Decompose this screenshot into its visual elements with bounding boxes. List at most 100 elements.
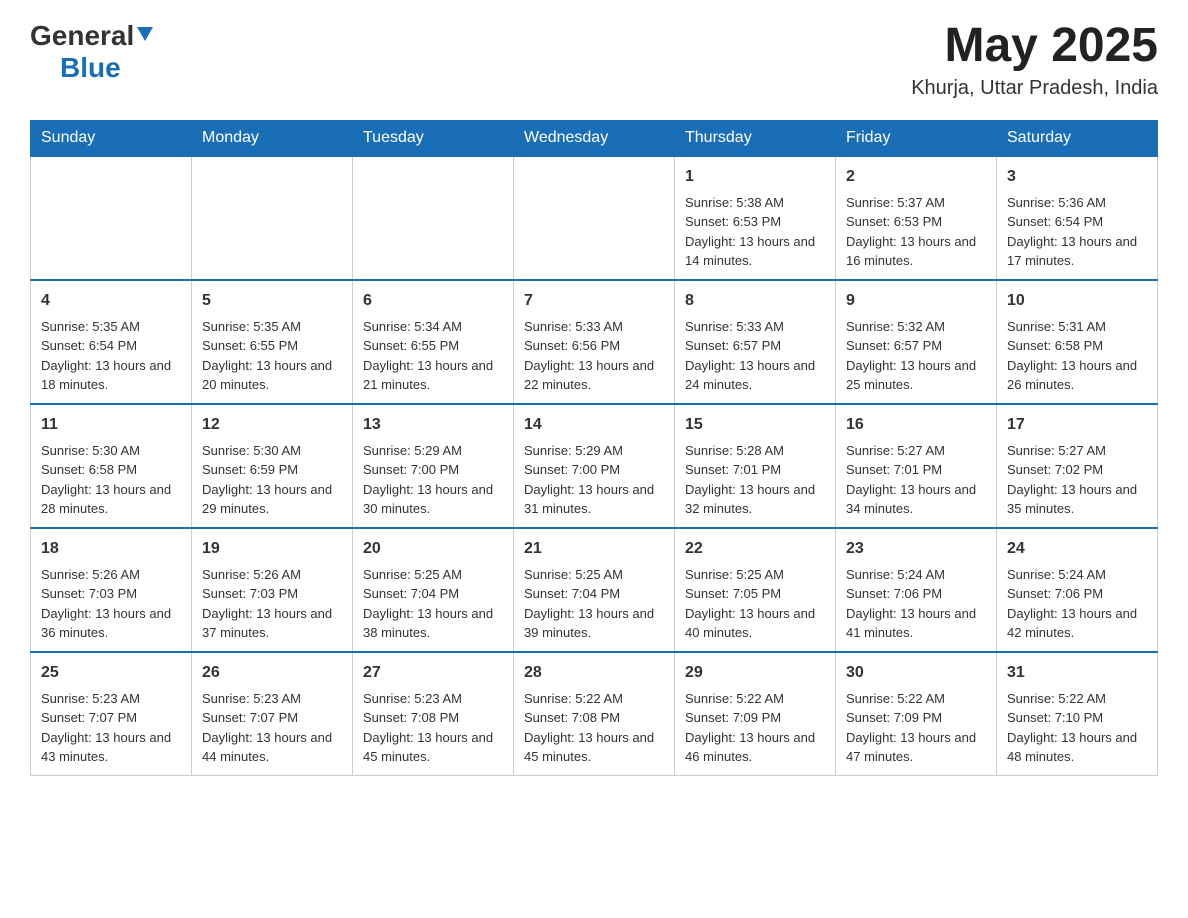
calendar-cell — [514, 156, 675, 280]
day-number: 8 — [685, 289, 825, 313]
day-number: 26 — [202, 661, 342, 685]
day-info: Sunrise: 5:38 AM Sunset: 6:53 PM Dayligh… — [685, 193, 825, 271]
calendar-cell: 22 Sunrise: 5:25 AM Sunset: 7:05 PM Dayli… — [675, 528, 836, 652]
day-info: Sunrise: 5:25 AM Sunset: 7:04 PM Dayligh… — [363, 565, 503, 643]
day-number: 13 — [363, 413, 503, 437]
calendar-body: 1 Sunrise: 5:38 AM Sunset: 6:53 PM Daylig… — [31, 156, 1158, 776]
day-of-week-header: Thursday — [675, 120, 836, 156]
day-info: Sunrise: 5:24 AM Sunset: 7:06 PM Dayligh… — [846, 565, 986, 643]
day-info: Sunrise: 5:33 AM Sunset: 6:57 PM Dayligh… — [685, 317, 825, 395]
calendar-cell: 27Sunrise: 5:23 AM Sunset: 7:08 PM Dayli… — [353, 652, 514, 776]
day-number: 16 — [846, 413, 986, 437]
calendar-cell: 5 Sunrise: 5:35 AM Sunset: 6:55 PM Daylig… — [192, 280, 353, 404]
day-number: 9 — [846, 289, 986, 313]
day-info: Sunrise: 5:22 AM Sunset: 7:09 PM Dayligh… — [685, 689, 825, 767]
page-header: General Blue May 2025 Khurja, Uttar Prad… — [30, 20, 1158, 100]
calendar-cell: 26 Sunrise: 5:23 AM Sunset: 7:07 PM Dayli… — [192, 652, 353, 776]
day-number: 18 — [41, 537, 181, 561]
day-number: 27 — [363, 661, 503, 685]
calendar-cell: 19 Sunrise: 5:26 AM Sunset: 7:03 PM Dayli… — [192, 528, 353, 652]
calendar-cell: 18 Sunrise: 5:26 AM Sunset: 7:03 PM Dayli… — [31, 528, 192, 652]
day-of-week-header: Wednesday — [514, 120, 675, 156]
day-info: Sunrise: 5:23 AM Sunset: 7:07 PM Dayligh… — [41, 689, 181, 767]
day-of-week-header: Sunday — [31, 120, 192, 156]
day-number: 14 — [524, 413, 664, 437]
day-number: 31 — [1007, 661, 1147, 685]
calendar-cell: 9 Sunrise: 5:32 AM Sunset: 6:57 PM Daylig… — [836, 280, 997, 404]
calendar-cell: 29 Sunrise: 5:22 AM Sunset: 7:09 PM Dayli… — [675, 652, 836, 776]
day-info: Sunrise: 5:35 AM Sunset: 6:54 PM Dayligh… — [41, 317, 181, 395]
calendar-cell: 13 Sunrise: 5:29 AM Sunset: 7:00 PM Dayli… — [353, 404, 514, 528]
day-number: 25 — [41, 661, 181, 685]
logo: General Blue — [30, 20, 153, 84]
day-info: Sunrise: 5:36 AM Sunset: 6:54 PM Dayligh… — [1007, 193, 1147, 271]
day-info: Sunrise: 5:26 AM Sunset: 7:03 PM Dayligh… — [202, 565, 342, 643]
day-number: 5 — [202, 289, 342, 313]
day-number: 17 — [1007, 413, 1147, 437]
calendar-cell: 11Sunrise: 5:30 AM Sunset: 6:58 PM Dayli… — [31, 404, 192, 528]
day-info: Sunrise: 5:32 AM Sunset: 6:57 PM Dayligh… — [846, 317, 986, 395]
calendar-header: SundayMondayTuesdayWednesdayThursdayFrid… — [31, 120, 1158, 156]
day-info: Sunrise: 5:22 AM Sunset: 7:08 PM Dayligh… — [524, 689, 664, 767]
day-info: Sunrise: 5:23 AM Sunset: 7:07 PM Dayligh… — [202, 689, 342, 767]
day-info: Sunrise: 5:30 AM Sunset: 6:59 PM Dayligh… — [202, 441, 342, 519]
day-number: 30 — [846, 661, 986, 685]
day-info: Sunrise: 5:29 AM Sunset: 7:00 PM Dayligh… — [524, 441, 664, 519]
calendar-cell: 10 Sunrise: 5:31 AM Sunset: 6:58 PM Dayli… — [997, 280, 1158, 404]
day-number: 3 — [1007, 165, 1147, 189]
day-number: 22 — [685, 537, 825, 561]
day-info: Sunrise: 5:25 AM Sunset: 7:04 PM Dayligh… — [524, 565, 664, 643]
calendar-week-row: 4 Sunrise: 5:35 AM Sunset: 6:54 PM Daylig… — [31, 280, 1158, 404]
day-info: Sunrise: 5:27 AM Sunset: 7:01 PM Dayligh… — [846, 441, 986, 519]
calendar-cell: 31 Sunrise: 5:22 AM Sunset: 7:10 PM Dayli… — [997, 652, 1158, 776]
day-number: 15 — [685, 413, 825, 437]
location-subtitle: Khurja, Uttar Pradesh, India — [911, 77, 1158, 100]
calendar-cell — [353, 156, 514, 280]
calendar-cell: 6 Sunrise: 5:34 AM Sunset: 6:55 PM Daylig… — [353, 280, 514, 404]
day-info: Sunrise: 5:22 AM Sunset: 7:09 PM Dayligh… — [846, 689, 986, 767]
calendar-cell: 28Sunrise: 5:22 AM Sunset: 7:08 PM Dayli… — [514, 652, 675, 776]
calendar-cell: 1 Sunrise: 5:38 AM Sunset: 6:53 PM Daylig… — [675, 156, 836, 280]
day-info: Sunrise: 5:30 AM Sunset: 6:58 PM Dayligh… — [41, 441, 181, 519]
day-of-week-header: Friday — [836, 120, 997, 156]
day-number: 4 — [41, 289, 181, 313]
day-number: 20 — [363, 537, 503, 561]
day-info: Sunrise: 5:24 AM Sunset: 7:06 PM Dayligh… — [1007, 565, 1147, 643]
day-info: Sunrise: 5:22 AM Sunset: 7:10 PM Dayligh… — [1007, 689, 1147, 767]
calendar-cell: 16 Sunrise: 5:27 AM Sunset: 7:01 PM Dayli… — [836, 404, 997, 528]
calendar-cell: 21Sunrise: 5:25 AM Sunset: 7:04 PM Dayli… — [514, 528, 675, 652]
calendar-cell: 3 Sunrise: 5:36 AM Sunset: 6:54 PM Daylig… — [997, 156, 1158, 280]
calendar-cell: 20 Sunrise: 5:25 AM Sunset: 7:04 PM Dayli… — [353, 528, 514, 652]
day-number: 24 — [1007, 537, 1147, 561]
day-of-week-header: Monday — [192, 120, 353, 156]
calendar-cell: 4 Sunrise: 5:35 AM Sunset: 6:54 PM Daylig… — [31, 280, 192, 404]
day-number: 2 — [846, 165, 986, 189]
calendar-cell: 8 Sunrise: 5:33 AM Sunset: 6:57 PM Daylig… — [675, 280, 836, 404]
calendar-cell: 30 Sunrise: 5:22 AM Sunset: 7:09 PM Dayli… — [836, 652, 997, 776]
day-info: Sunrise: 5:31 AM Sunset: 6:58 PM Dayligh… — [1007, 317, 1147, 395]
logo-general-text: General — [30, 20, 134, 52]
calendar-cell: 15Sunrise: 5:28 AM Sunset: 7:01 PM Dayli… — [675, 404, 836, 528]
day-of-week-header: Saturday — [997, 120, 1158, 156]
day-info: Sunrise: 5:34 AM Sunset: 6:55 PM Dayligh… — [363, 317, 503, 395]
day-of-week-header: Tuesday — [353, 120, 514, 156]
day-info: Sunrise: 5:37 AM Sunset: 6:53 PM Dayligh… — [846, 193, 986, 271]
day-number: 6 — [363, 289, 503, 313]
logo-blue-text: Blue — [60, 52, 121, 83]
month-year-title: May 2025 — [911, 20, 1158, 73]
day-number: 1 — [685, 165, 825, 189]
calendar-cell: 7Sunrise: 5:33 AM Sunset: 6:56 PM Daylig… — [514, 280, 675, 404]
day-info: Sunrise: 5:27 AM Sunset: 7:02 PM Dayligh… — [1007, 441, 1147, 519]
day-number: 29 — [685, 661, 825, 685]
day-info: Sunrise: 5:25 AM Sunset: 7:05 PM Dayligh… — [685, 565, 825, 643]
calendar-week-row: 1 Sunrise: 5:38 AM Sunset: 6:53 PM Daylig… — [31, 156, 1158, 280]
day-number: 12 — [202, 413, 342, 437]
calendar-cell — [31, 156, 192, 280]
day-number: 19 — [202, 537, 342, 561]
day-number: 10 — [1007, 289, 1147, 313]
day-number: 23 — [846, 537, 986, 561]
calendar-week-row: 25 Sunrise: 5:23 AM Sunset: 7:07 PM Dayli… — [31, 652, 1158, 776]
day-info: Sunrise: 5:35 AM Sunset: 6:55 PM Dayligh… — [202, 317, 342, 395]
day-info: Sunrise: 5:26 AM Sunset: 7:03 PM Dayligh… — [41, 565, 181, 643]
day-info: Sunrise: 5:29 AM Sunset: 7:00 PM Dayligh… — [363, 441, 503, 519]
